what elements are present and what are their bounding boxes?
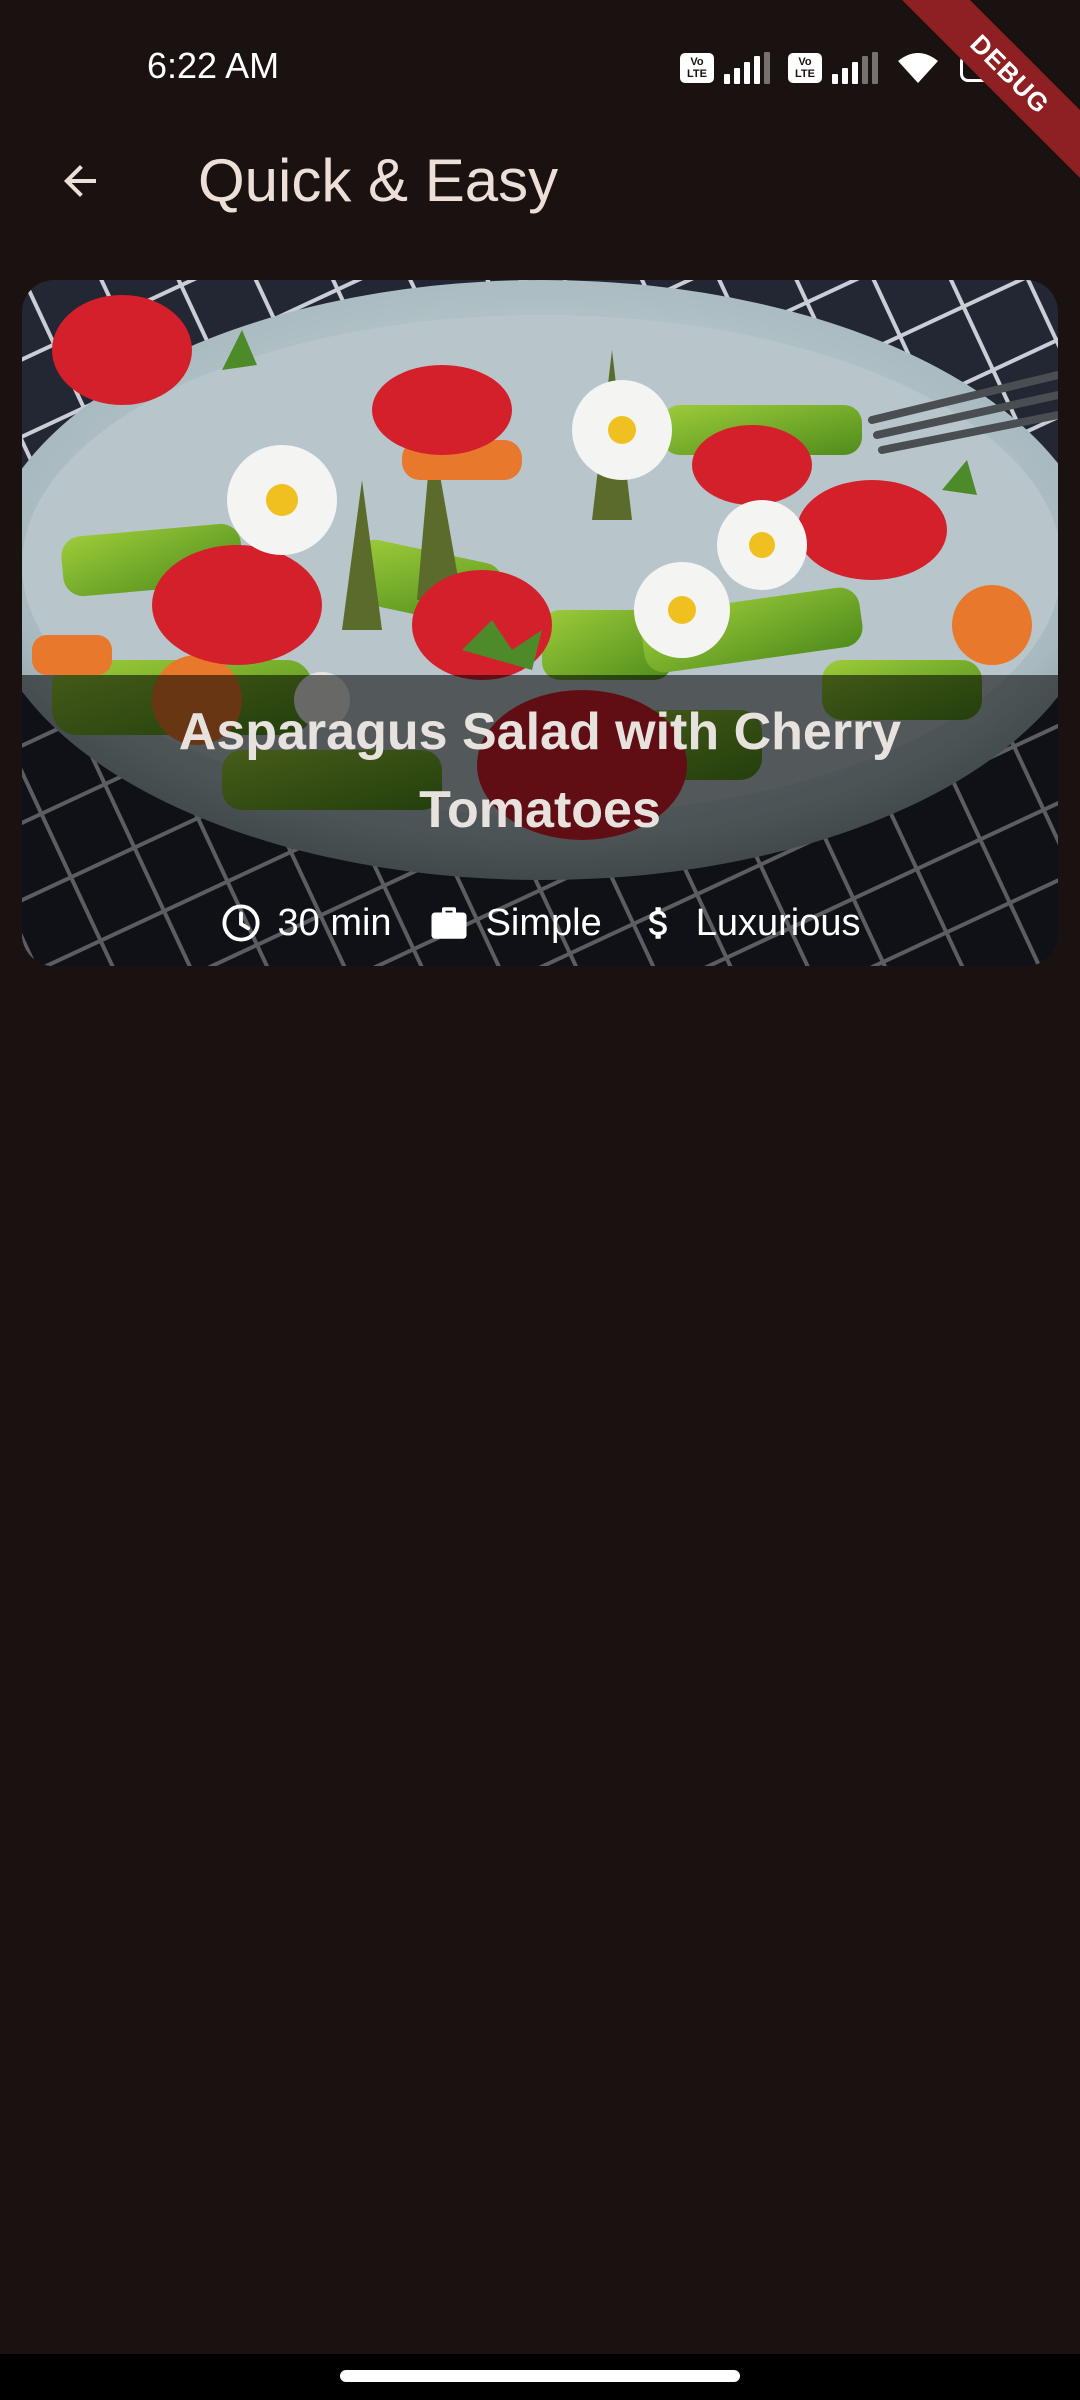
briefcase-icon [431,907,467,939]
wifi-icon [898,53,938,83]
back-button[interactable] [40,141,120,221]
page-title: Quick & Easy [198,147,559,214]
status-time: 6:22 AM [147,45,280,86]
meal-duration-label: 30 min [277,901,392,944]
meal-affordability: Luxurious [638,901,861,945]
arrow-back-icon [64,165,96,197]
gesture-nav-area [0,2354,1080,2400]
meal-complexity: Simple [428,902,602,945]
meal-meta-row: 30 min Simple Luxurious [22,895,1058,951]
signal-icon [724,52,770,84]
meal-affordability-label: Luxurious [695,901,861,944]
dollar-icon [648,907,667,939]
meal-complexity-label: Simple [485,901,602,944]
signal-icon [832,52,878,84]
status-bar: 6:22 AM VoLTE VoLTE 71 [0,0,1080,135]
meal-card[interactable]: Asparagus Salad with Cherry Tomatoes 30 … [22,280,1058,966]
clock-icon [221,904,260,942]
meal-duration: 30 min [220,902,392,945]
home-indicator[interactable] [340,2370,740,2382]
meal-title: Asparagus Salad with Cherry Tomatoes [178,703,902,839]
card-overlay: Asparagus Salad with Cherry Tomatoes 30 … [22,675,1058,966]
volte-icon: Vo LTE [788,53,822,83]
app-bar: Quick & Easy [0,135,1080,227]
volte-icon: Vo LTE [680,53,714,83]
